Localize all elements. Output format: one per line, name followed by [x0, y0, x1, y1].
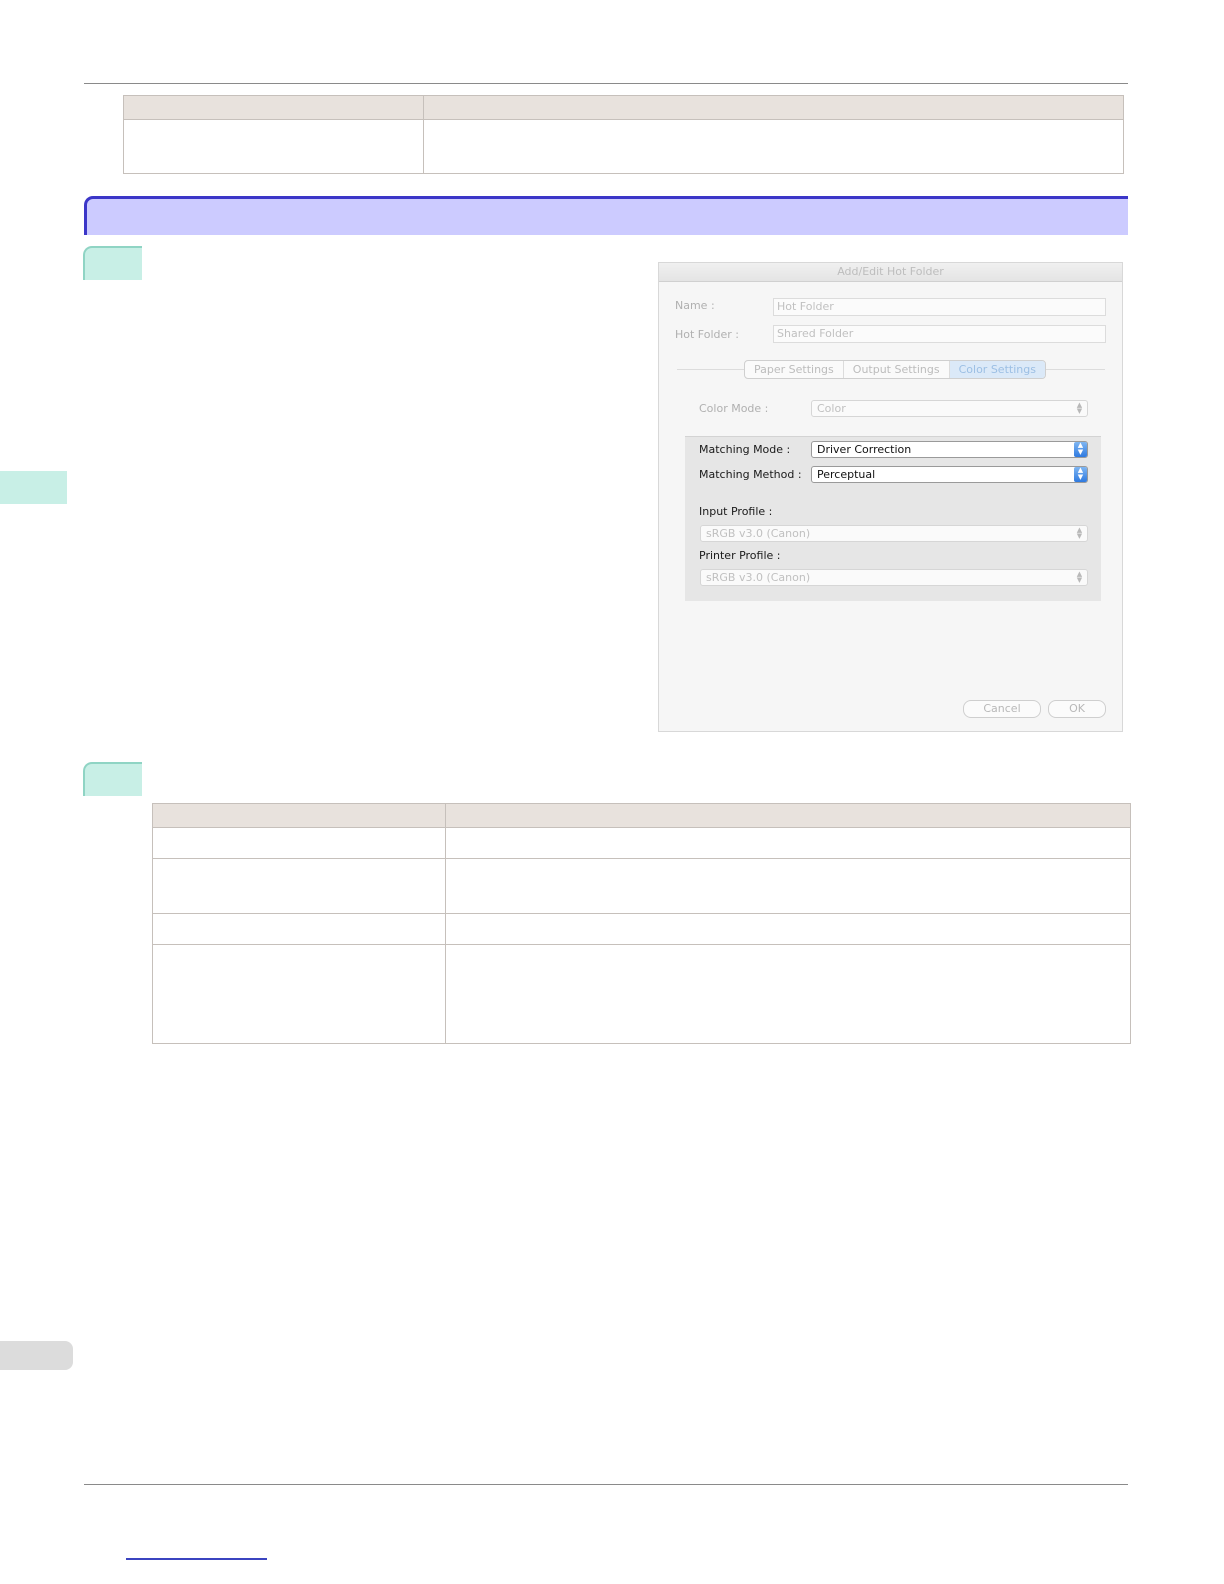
table-cell: [445, 944, 1131, 1044]
step-badge-1: [83, 246, 142, 280]
table-cell: [152, 827, 446, 859]
color-mode-select[interactable]: Color ▲ ▼: [811, 400, 1088, 417]
step-badge-2: [83, 762, 142, 796]
color-mode-value: Color: [817, 402, 846, 415]
footer-link-underline[interactable]: [126, 1558, 267, 1560]
chevron-up-down-icon: ▲ ▼: [1074, 467, 1087, 482]
footer-rule: [84, 1484, 1128, 1485]
settings-table-header-1: [152, 803, 446, 828]
color-matching-panel: Matching Mode : Driver Correction ▲ ▼ Mat…: [685, 436, 1101, 601]
chevron-up-down-icon: ▲ ▼: [1076, 526, 1083, 540]
chevron-up-down-icon: ▲ ▼: [1076, 401, 1083, 415]
table-cell: [152, 944, 446, 1044]
printer-profile-value: sRGB v3.0 (Canon): [706, 571, 811, 584]
settings-table-header-2: [445, 803, 1131, 828]
header-rule: [84, 83, 1128, 84]
matching-mode-select[interactable]: Driver Correction ▲ ▼: [811, 441, 1088, 458]
matching-method-label: Matching Method :: [699, 468, 802, 481]
cancel-button[interactable]: Cancel: [963, 700, 1041, 718]
input-profile-label: Input Profile :: [699, 505, 773, 518]
chevron-up-down-icon: ▲ ▼: [1074, 442, 1087, 457]
name-label: Name :: [675, 299, 715, 312]
matching-method-select[interactable]: Perceptual ▲ ▼: [811, 466, 1088, 483]
chapter-side-tab: [0, 471, 67, 504]
tab-output-settings[interactable]: Output Settings: [844, 361, 950, 378]
color-mode-label: Color Mode :: [699, 402, 769, 415]
matching-method-value: Perceptual: [817, 468, 876, 481]
top-table-cell: [123, 119, 424, 174]
hot-folder-field[interactable]: Shared Folder: [773, 325, 1106, 343]
top-table-cell: [423, 119, 1124, 174]
matching-mode-label: Matching Mode :: [699, 443, 791, 456]
top-table-header-1: [123, 95, 424, 120]
table-cell: [152, 913, 446, 945]
table-cell: [445, 827, 1131, 859]
tab-color-settings[interactable]: Color Settings: [949, 361, 1045, 378]
ok-button[interactable]: OK: [1048, 700, 1106, 718]
settings-tabs: Paper Settings Output Settings Color Set…: [744, 360, 1046, 379]
page-side-tab: [0, 1341, 73, 1370]
printer-profile-select[interactable]: sRGB v3.0 (Canon) ▲ ▼: [700, 569, 1088, 586]
chevron-up-down-icon: ▲ ▼: [1076, 570, 1083, 584]
hot-folder-label: Hot Folder :: [675, 328, 740, 341]
dialog-title: Add/Edit Hot Folder: [659, 263, 1122, 282]
add-edit-hot-folder-dialog: Add/Edit Hot Folder Name : Hot Folder Ho…: [658, 262, 1123, 732]
input-profile-select[interactable]: sRGB v3.0 (Canon) ▲ ▼: [700, 525, 1088, 542]
table-cell: [445, 913, 1131, 945]
printer-profile-label: Printer Profile :: [699, 549, 781, 562]
top-table-header-2: [423, 95, 1124, 120]
input-profile-value: sRGB v3.0 (Canon): [706, 527, 811, 540]
name-field[interactable]: Hot Folder: [773, 298, 1106, 316]
table-cell: [152, 858, 446, 914]
table-cell: [445, 858, 1131, 914]
section-heading-bar: [84, 196, 1128, 235]
matching-mode-value: Driver Correction: [817, 443, 912, 456]
settings-table: [152, 803, 1131, 1044]
top-table: [123, 95, 1124, 174]
tab-paper-settings[interactable]: Paper Settings: [745, 361, 844, 378]
